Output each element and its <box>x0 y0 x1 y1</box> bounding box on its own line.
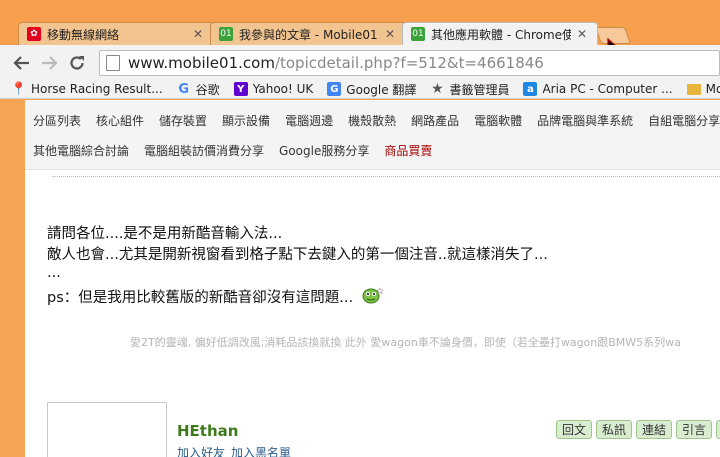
quote-button[interactable]: 引言 <box>676 420 713 439</box>
browser-toolbar: www.mobile01.com/topicdetail.php?f=512&t… <box>0 45 720 80</box>
bookmark-manager[interactable]: ★ 書籤管理員 <box>430 81 509 98</box>
tab-other-apps[interactable]: 01 其他應用軟體 - Chrome使 ✕ <box>402 22 598 45</box>
tab-strip: ✿ 移動無線網絡 ✕ 01 我參與的文章 - Mobile01 ✕ 01 其他應… <box>0 0 720 67</box>
star-icon: ★ <box>431 81 444 97</box>
post-actions: 回文 私訊 連結 引言 收 <box>556 420 720 439</box>
page-icon <box>105 54 120 71</box>
google-icon: G <box>178 81 189 97</box>
tab-title: 其他應用軟體 - Chrome使 <box>431 27 571 42</box>
mobile01-icon: 01 <box>219 27 233 41</box>
tab-title: 移動無線網絡 <box>47 27 120 42</box>
subnav-link[interactable]: Google服務分享 <box>279 142 369 159</box>
close-icon[interactable]: ✕ <box>383 27 397 41</box>
page-margin <box>0 100 25 457</box>
subnav-link[interactable]: 電腦組裝訪價消費分享 <box>144 142 264 159</box>
subnav-link[interactable]: 儲存裝置 <box>159 112 207 129</box>
bookmark-horse-racing[interactable]: 📍 Horse Racing Result... <box>10 81 163 97</box>
post-body: 請問各位....是不是用新酷音輸入法... 敵人也會...尤其是開新視窗看到格子… <box>47 224 707 309</box>
tab-title: 我參與的文章 - Mobile01 <box>239 27 378 42</box>
subnav-link[interactable]: 品牌電腦與準系統 <box>537 112 633 129</box>
post-line: 敵人也會...尤其是開新視窗看到格子點下去鍵入的第一個注音..就這樣消失了... <box>47 247 548 263</box>
subnav-row-1: 分區列表 核心組件 儲存裝置 顯示設備 電腦週邊 機殼散熱 網路產品 電腦軟體 … <box>33 112 720 129</box>
bookmark-label: Horse Racing Result... <box>31 82 163 96</box>
forward-arrow-icon <box>42 55 59 70</box>
folder-icon <box>686 83 701 95</box>
post-line: ... <box>47 265 61 281</box>
yahoo-icon: Y <box>233 82 248 96</box>
huawei-icon: ✿ <box>27 27 41 41</box>
forum-subnav: 分區列表 核心組件 儲存裝置 顯示設備 電腦週邊 機殼散熱 網路產品 電腦軟體 … <box>25 100 720 170</box>
bookmark-google-translate[interactable]: G Google 翻譯 <box>327 81 416 98</box>
smiley-icon <box>362 287 384 304</box>
bookmark-aria-pc[interactable]: a Aria PC - Computer ... <box>523 82 673 96</box>
forward-button[interactable] <box>38 51 62 75</box>
bookmarks-bar: 📍 Horse Racing Result... G 谷歌 Y Yahoo! U… <box>0 80 720 99</box>
bookmark-label: Yahoo! UK <box>252 82 314 96</box>
mobile01-icon: 01 <box>411 27 425 41</box>
add-blacklist-link[interactable]: 加入黑名單 <box>231 446 291 457</box>
bookmark-label: 書籤管理員 <box>449 82 510 97</box>
private-message-button[interactable]: 私訊 <box>596 420 633 439</box>
subnav-link[interactable]: 顯示設備 <box>222 112 270 129</box>
reply-button[interactable]: 回文 <box>556 420 593 439</box>
bookmark-google[interactable]: G 谷歌 <box>177 81 220 98</box>
post-line-with-smiley: ps：但是我用比較舊版的新酷音卻沒有這問題... <box>47 286 707 309</box>
reload-button[interactable] <box>65 51 89 75</box>
author-links: 加入好友 加入黑名單 <box>177 444 297 457</box>
author-name[interactable]: HEthan <box>177 422 238 440</box>
tab-my-posts[interactable]: 01 我參與的文章 - Mobile01 ✕ <box>210 22 406 45</box>
address-bar[interactable]: www.mobile01.com/topicdetail.php?f=512&t… <box>98 49 720 76</box>
back-button[interactable] <box>10 51 34 75</box>
aria-icon: a <box>523 82 538 96</box>
bookmark-label: Mobile01 <box>705 82 720 96</box>
subnav-link[interactable]: 機殼散熱 <box>348 112 396 129</box>
collect-button[interactable]: 收 <box>716 420 720 439</box>
translate-icon: G <box>327 82 342 96</box>
bookmark-yahoo[interactable]: Y Yahoo! UK <box>233 82 314 96</box>
subnav-link-sale[interactable]: 商品買賣 <box>384 142 432 159</box>
web-page: 分區列表 核心組件 儲存裝置 顯示設備 電腦週邊 機殼散熱 網路產品 電腦軟體 … <box>25 100 720 457</box>
bookmark-folder-mobile01[interactable]: Mobile01 <box>686 82 720 96</box>
subnav-link[interactable]: 自組電腦分享 <box>648 112 720 129</box>
signature: 愛2T的靈魂, 偏好低調改風;消耗品該換就換 此外 愛wagon車不論身價，即使… <box>130 336 681 349</box>
close-icon[interactable]: ✕ <box>191 27 205 41</box>
close-icon[interactable]: ✕ <box>575 27 589 41</box>
bookmark-label: Aria PC - Computer ... <box>542 82 673 96</box>
tab-huawei[interactable]: ✿ 移動無線網絡 ✕ <box>18 22 214 45</box>
subnav-link[interactable]: 分區列表 <box>33 112 81 129</box>
post-line: ps：但是我用比較舊版的新酷音卻沒有這問題... <box>47 290 354 306</box>
subnav-row-2: 其他電腦綜合討論 電腦組裝訪價消費分享 Google服務分享 商品買賣 <box>33 142 447 159</box>
subnav-link[interactable]: 核心組件 <box>96 112 144 129</box>
add-friend-link[interactable]: 加入好友 <box>177 446 225 457</box>
back-arrow-icon <box>13 55 29 70</box>
avatar[interactable] <box>47 402 167 457</box>
post-line: 請問各位....是不是用新酷音輸入法... <box>47 226 283 242</box>
pin-icon: 📍 <box>10 81 28 97</box>
subnav-link[interactable]: 電腦軟體 <box>474 112 522 129</box>
bookmark-label: 谷歌 <box>195 82 220 97</box>
url-host: www.mobile01.com <box>127 53 275 72</box>
divider <box>52 176 720 177</box>
subnav-link[interactable]: 網路產品 <box>411 112 459 129</box>
bookmark-label: Google 翻譯 <box>346 82 417 97</box>
subnav-link[interactable]: 其他電腦綜合討論 <box>33 142 129 159</box>
link-button[interactable]: 連結 <box>636 420 673 439</box>
subnav-link[interactable]: 電腦週邊 <box>285 112 333 129</box>
url-path: /topicdetail.php?f=512&t=4661846 <box>274 53 544 72</box>
reload-icon <box>70 55 85 70</box>
